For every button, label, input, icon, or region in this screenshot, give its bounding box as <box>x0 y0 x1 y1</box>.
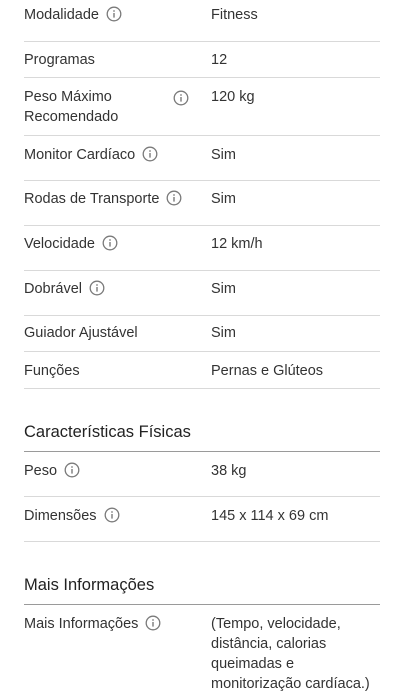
spec-value: Sim <box>211 147 236 163</box>
spec-label: Velocidade <box>24 236 95 252</box>
spec-value: Fitness <box>211 7 258 23</box>
spec-value: 12 <box>211 52 228 68</box>
section-divider <box>24 451 380 452</box>
spec-label: Peso Máximo Recomendado <box>24 89 119 125</box>
info-circle-icon[interactable] <box>89 280 105 296</box>
section-title-more-info: Mais Informações <box>24 576 155 594</box>
info-circle-icon[interactable] <box>173 90 189 106</box>
info-circle-icon[interactable] <box>166 190 182 206</box>
spec-row-programas: Programas 12 <box>24 50 380 78</box>
spec-label: Peso <box>24 463 58 479</box>
spec-value: 145 x 114 x 69 cm <box>211 508 329 524</box>
spec-label: Funções <box>24 363 80 379</box>
section-title-physical: Características Físicas <box>24 423 191 441</box>
spec-row-funcoes: Funções Pernas e Glúteos <box>24 361 380 389</box>
spec-label: Dobrável <box>24 281 83 297</box>
info-circle-icon[interactable] <box>142 146 158 162</box>
spec-label: Rodas de Transporte <box>24 191 160 207</box>
spec-row-peso: Peso 38 kg <box>24 461 380 497</box>
spec-row-modalidade: Modalidade Fitness <box>24 5 380 42</box>
spec-value: (Tempo, velocidade, distância, calorias … <box>211 616 370 692</box>
spec-row-mais-informacoes: Mais Informações (Tempo, velocidade, dis… <box>24 614 380 699</box>
info-circle-icon[interactable] <box>64 462 80 478</box>
spec-value: 38 kg <box>211 463 247 479</box>
spec-value: Sim <box>211 281 236 297</box>
info-circle-icon[interactable] <box>104 507 120 523</box>
spec-value: 120 kg <box>211 89 255 105</box>
spec-value: Sim <box>211 325 236 341</box>
spec-row-dobravel: Dobrável Sim <box>24 279 380 316</box>
spec-row-rodas-transporte: Rodas de Transporte Sim <box>24 189 380 226</box>
spec-label: Monitor Cardíaco <box>24 147 136 163</box>
spec-value: 12 km/h <box>211 236 263 252</box>
spec-value: Pernas e Glúteos <box>211 363 324 379</box>
spec-label: Dimensões <box>24 508 97 524</box>
spec-label: Modalidade <box>24 7 99 23</box>
spec-row-peso-maximo: Peso Máximo Recomendado 120 kg <box>24 87 380 136</box>
spec-row-guiador-ajustavel: Guiador Ajustável Sim <box>24 323 380 352</box>
product-specifications: Modalidade Fitness Programas 12 Peso Máx… <box>0 0 403 699</box>
spec-label: Mais Informações <box>24 616 139 632</box>
spec-row-dimensoes: Dimensões 145 x 114 x 69 cm <box>24 506 380 542</box>
spec-row-velocidade: Velocidade 12 km/h <box>24 234 380 271</box>
info-circle-icon[interactable] <box>106 6 122 22</box>
spec-row-monitor-cardiaco: Monitor Cardíaco Sim <box>24 145 380 181</box>
info-circle-icon[interactable] <box>102 235 118 251</box>
spec-label: Guiador Ajustável <box>24 325 138 341</box>
info-circle-icon[interactable] <box>145 615 161 631</box>
spec-value: Sim <box>211 191 236 207</box>
spec-label: Programas <box>24 52 95 68</box>
section-divider <box>24 604 380 605</box>
